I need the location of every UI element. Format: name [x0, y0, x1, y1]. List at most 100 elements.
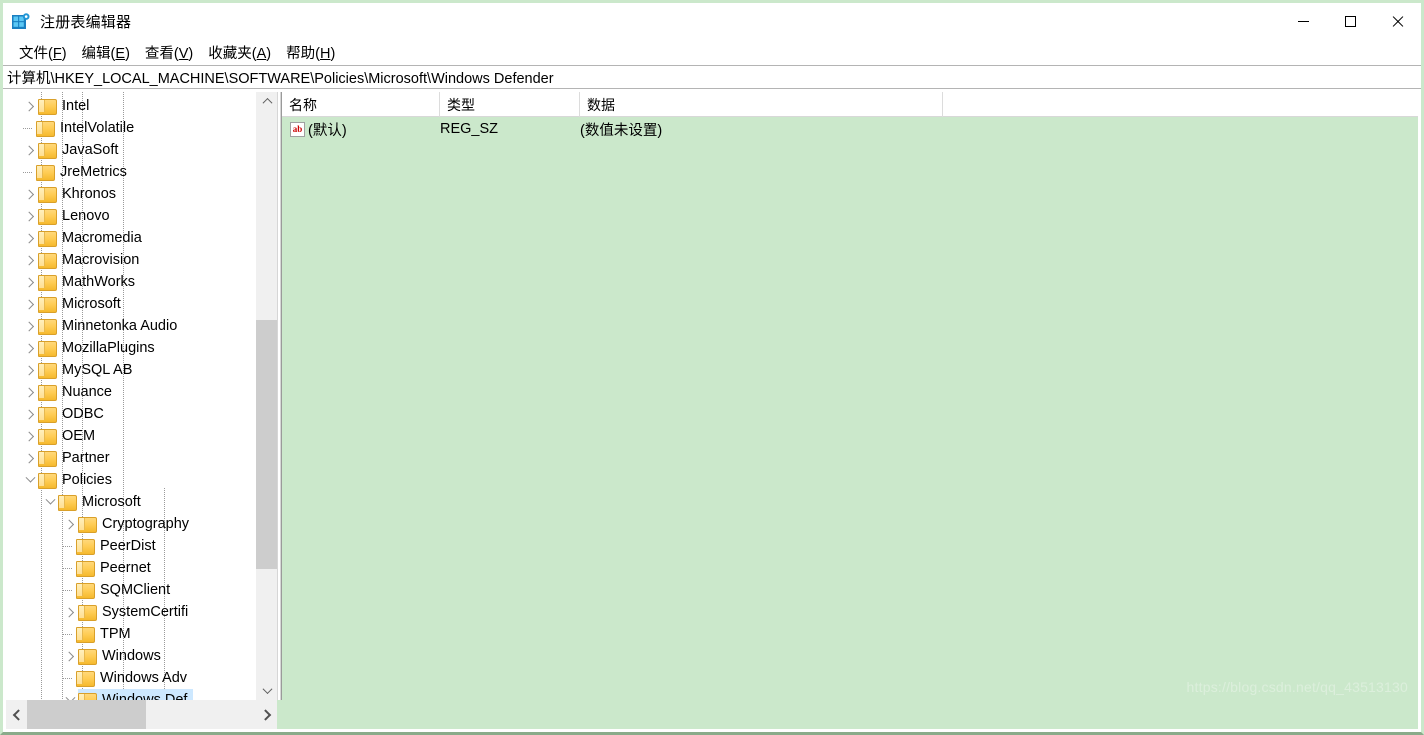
tree-node-sqmclient[interactable]: SQMClient — [6, 579, 255, 601]
tree-node-systemcertifi[interactable]: SystemCertifi — [6, 601, 255, 623]
tree-node-hit[interactable]: Partner — [38, 447, 116, 469]
tree-node-hit[interactable]: PeerDist — [76, 535, 162, 557]
tree-node-odbc[interactable]: ODBC — [6, 403, 255, 425]
tree-node-hit[interactable]: Peernet — [76, 557, 157, 579]
tree-node-intel[interactable]: Intel — [6, 95, 255, 117]
scroll-right-button[interactable] — [256, 700, 277, 729]
tree-node-hit[interactable]: IntelVolatile — [36, 117, 140, 139]
menu-item-3[interactable]: 查看(V) — [138, 40, 201, 65]
tree-node-hit[interactable]: TPM — [76, 623, 137, 645]
close-button[interactable] — [1374, 3, 1421, 40]
tree-node-hit[interactable]: Windows — [78, 645, 167, 667]
tree-node-hit[interactable]: ODBC — [38, 403, 110, 425]
tree-node-hit[interactable]: Windows Def — [78, 689, 194, 700]
chevron-right-icon[interactable] — [22, 362, 38, 378]
tree-node-partner[interactable]: Partner — [6, 447, 255, 469]
tree-node-oem[interactable]: OEM — [6, 425, 255, 447]
scroll-left-button[interactable] — [6, 700, 27, 729]
tree-node-hit[interactable]: Microsoft — [38, 293, 127, 315]
tree-node-khronos[interactable]: Khronos — [6, 183, 255, 205]
tree-node-mozillaplugins[interactable]: MozillaPlugins — [6, 337, 255, 359]
hscroll-thumb[interactable] — [27, 700, 146, 729]
tree-node-hit[interactable]: JavaSoft — [38, 139, 124, 161]
menu-item-1[interactable]: 文件(F) — [12, 40, 75, 65]
chevron-right-icon[interactable] — [22, 384, 38, 400]
tree-scrollbar-thumb[interactable] — [256, 320, 277, 569]
tree-node-hit[interactable]: Cryptography — [78, 513, 195, 535]
column-header-4[interactable] — [943, 92, 1418, 117]
chevron-right-icon[interactable] — [62, 604, 78, 620]
tree-node-cryptography[interactable]: Cryptography — [6, 513, 255, 535]
tree-node-windows-def[interactable]: Windows Def — [6, 689, 255, 700]
tree-node-mysql-ab[interactable]: MySQL AB — [6, 359, 255, 381]
scroll-up-button[interactable] — [256, 92, 277, 111]
tree-node-mathworks[interactable]: MathWorks — [6, 271, 255, 293]
tree-node-hit[interactable]: Khronos — [38, 183, 122, 205]
tree-node-microsoft[interactable]: Microsoft — [6, 491, 255, 513]
chevron-right-icon[interactable] — [22, 252, 38, 268]
chevron-right-icon[interactable] — [22, 230, 38, 246]
tree-node-microsoft[interactable]: Microsoft — [6, 293, 255, 315]
chevron-right-icon[interactable] — [22, 208, 38, 224]
tree-node-windows[interactable]: Windows — [6, 645, 255, 667]
tree-node-hit[interactable]: OEM — [38, 425, 101, 447]
tree-node-hit[interactable]: MathWorks — [38, 271, 141, 293]
chevron-right-icon[interactable] — [22, 142, 38, 158]
tree-node-tpm[interactable]: TPM — [6, 623, 255, 645]
chevron-right-icon[interactable] — [22, 296, 38, 312]
tree-node-hit[interactable]: Policies — [38, 469, 118, 491]
chevron-right-icon[interactable] — [22, 186, 38, 202]
tree-node-nuance[interactable]: Nuance — [6, 381, 255, 403]
tree-node-macrovision[interactable]: Macrovision — [6, 249, 255, 271]
chevron-down-icon[interactable] — [22, 472, 38, 488]
chevron-right-icon[interactable] — [22, 340, 38, 356]
column-header-1[interactable]: 名称 — [282, 92, 440, 117]
chevron-right-icon[interactable] — [22, 318, 38, 334]
tree-node-javasoft[interactable]: JavaSoft — [6, 139, 255, 161]
chevron-right-icon[interactable] — [62, 516, 78, 532]
scroll-down-button[interactable] — [256, 681, 277, 700]
menu-item-5[interactable]: 帮助(H) — [279, 40, 343, 65]
chevron-right-icon[interactable] — [22, 428, 38, 444]
tree-node-hit[interactable]: Windows Adv — [76, 667, 193, 689]
registry-tree[interactable]: Intel IntelVolatile JavaSoft JreMetrics Khro… — [6, 92, 255, 700]
address-bar[interactable]: 计算机\HKEY_LOCAL_MACHINE\SOFTWARE\Policies… — [3, 65, 1421, 89]
menu-item-4[interactable]: 收藏夹(A) — [201, 40, 279, 65]
chevron-right-icon[interactable] — [22, 450, 38, 466]
tree-node-hit[interactable]: Macromedia — [38, 227, 148, 249]
tree-node-peerdist[interactable]: PeerDist — [6, 535, 255, 557]
tree-node-hit[interactable]: Lenovo — [38, 205, 116, 227]
tree-node-windows-adv[interactable]: Windows Adv — [6, 667, 255, 689]
value-row[interactable]: ab (默认) REG_SZ (数值未设置) — [282, 117, 1418, 141]
tree-node-hit[interactable]: Microsoft — [58, 491, 147, 513]
tree-node-hit[interactable]: JreMetrics — [36, 161, 133, 183]
chevron-down-icon[interactable] — [62, 692, 78, 700]
chevron-right-icon[interactable] — [22, 406, 38, 422]
chevron-right-icon[interactable] — [62, 648, 78, 664]
tree-node-hit[interactable]: Minnetonka Audio — [38, 315, 183, 337]
tree-horizontal-scrollbar[interactable] — [6, 700, 277, 729]
hscroll-track[interactable] — [27, 700, 256, 729]
tree-node-macromedia[interactable]: Macromedia — [6, 227, 255, 249]
tree-node-hit[interactable]: Nuance — [38, 381, 118, 403]
tree-node-jremetrics[interactable]: JreMetrics — [6, 161, 255, 183]
tree-node-hit[interactable]: MySQL AB — [38, 359, 138, 381]
tree-node-intelvolatile[interactable]: IntelVolatile — [6, 117, 255, 139]
tree-node-policies[interactable]: Policies — [6, 469, 255, 491]
tree-node-peernet[interactable]: Peernet — [6, 557, 255, 579]
tree-node-hit[interactable]: Macrovision — [38, 249, 145, 271]
tree-node-minnetonka-audio[interactable]: Minnetonka Audio — [6, 315, 255, 337]
menu-item-2[interactable]: 编辑(E) — [75, 40, 138, 65]
tree-node-hit[interactable]: SQMClient — [76, 579, 176, 601]
tree-node-hit[interactable]: MozillaPlugins — [38, 337, 161, 359]
column-header-2[interactable]: 类型 — [440, 92, 580, 117]
chevron-right-icon[interactable] — [22, 274, 38, 290]
tree-node-lenovo[interactable]: Lenovo — [6, 205, 255, 227]
maximize-button[interactable] — [1327, 3, 1374, 40]
chevron-right-icon[interactable] — [22, 98, 38, 114]
column-header-3[interactable]: 数据 — [580, 92, 943, 117]
tree-vertical-scrollbar[interactable] — [255, 92, 277, 700]
tree-node-hit[interactable]: Intel — [38, 95, 95, 117]
chevron-down-icon[interactable] — [42, 494, 58, 510]
minimize-button[interactable] — [1280, 3, 1327, 40]
